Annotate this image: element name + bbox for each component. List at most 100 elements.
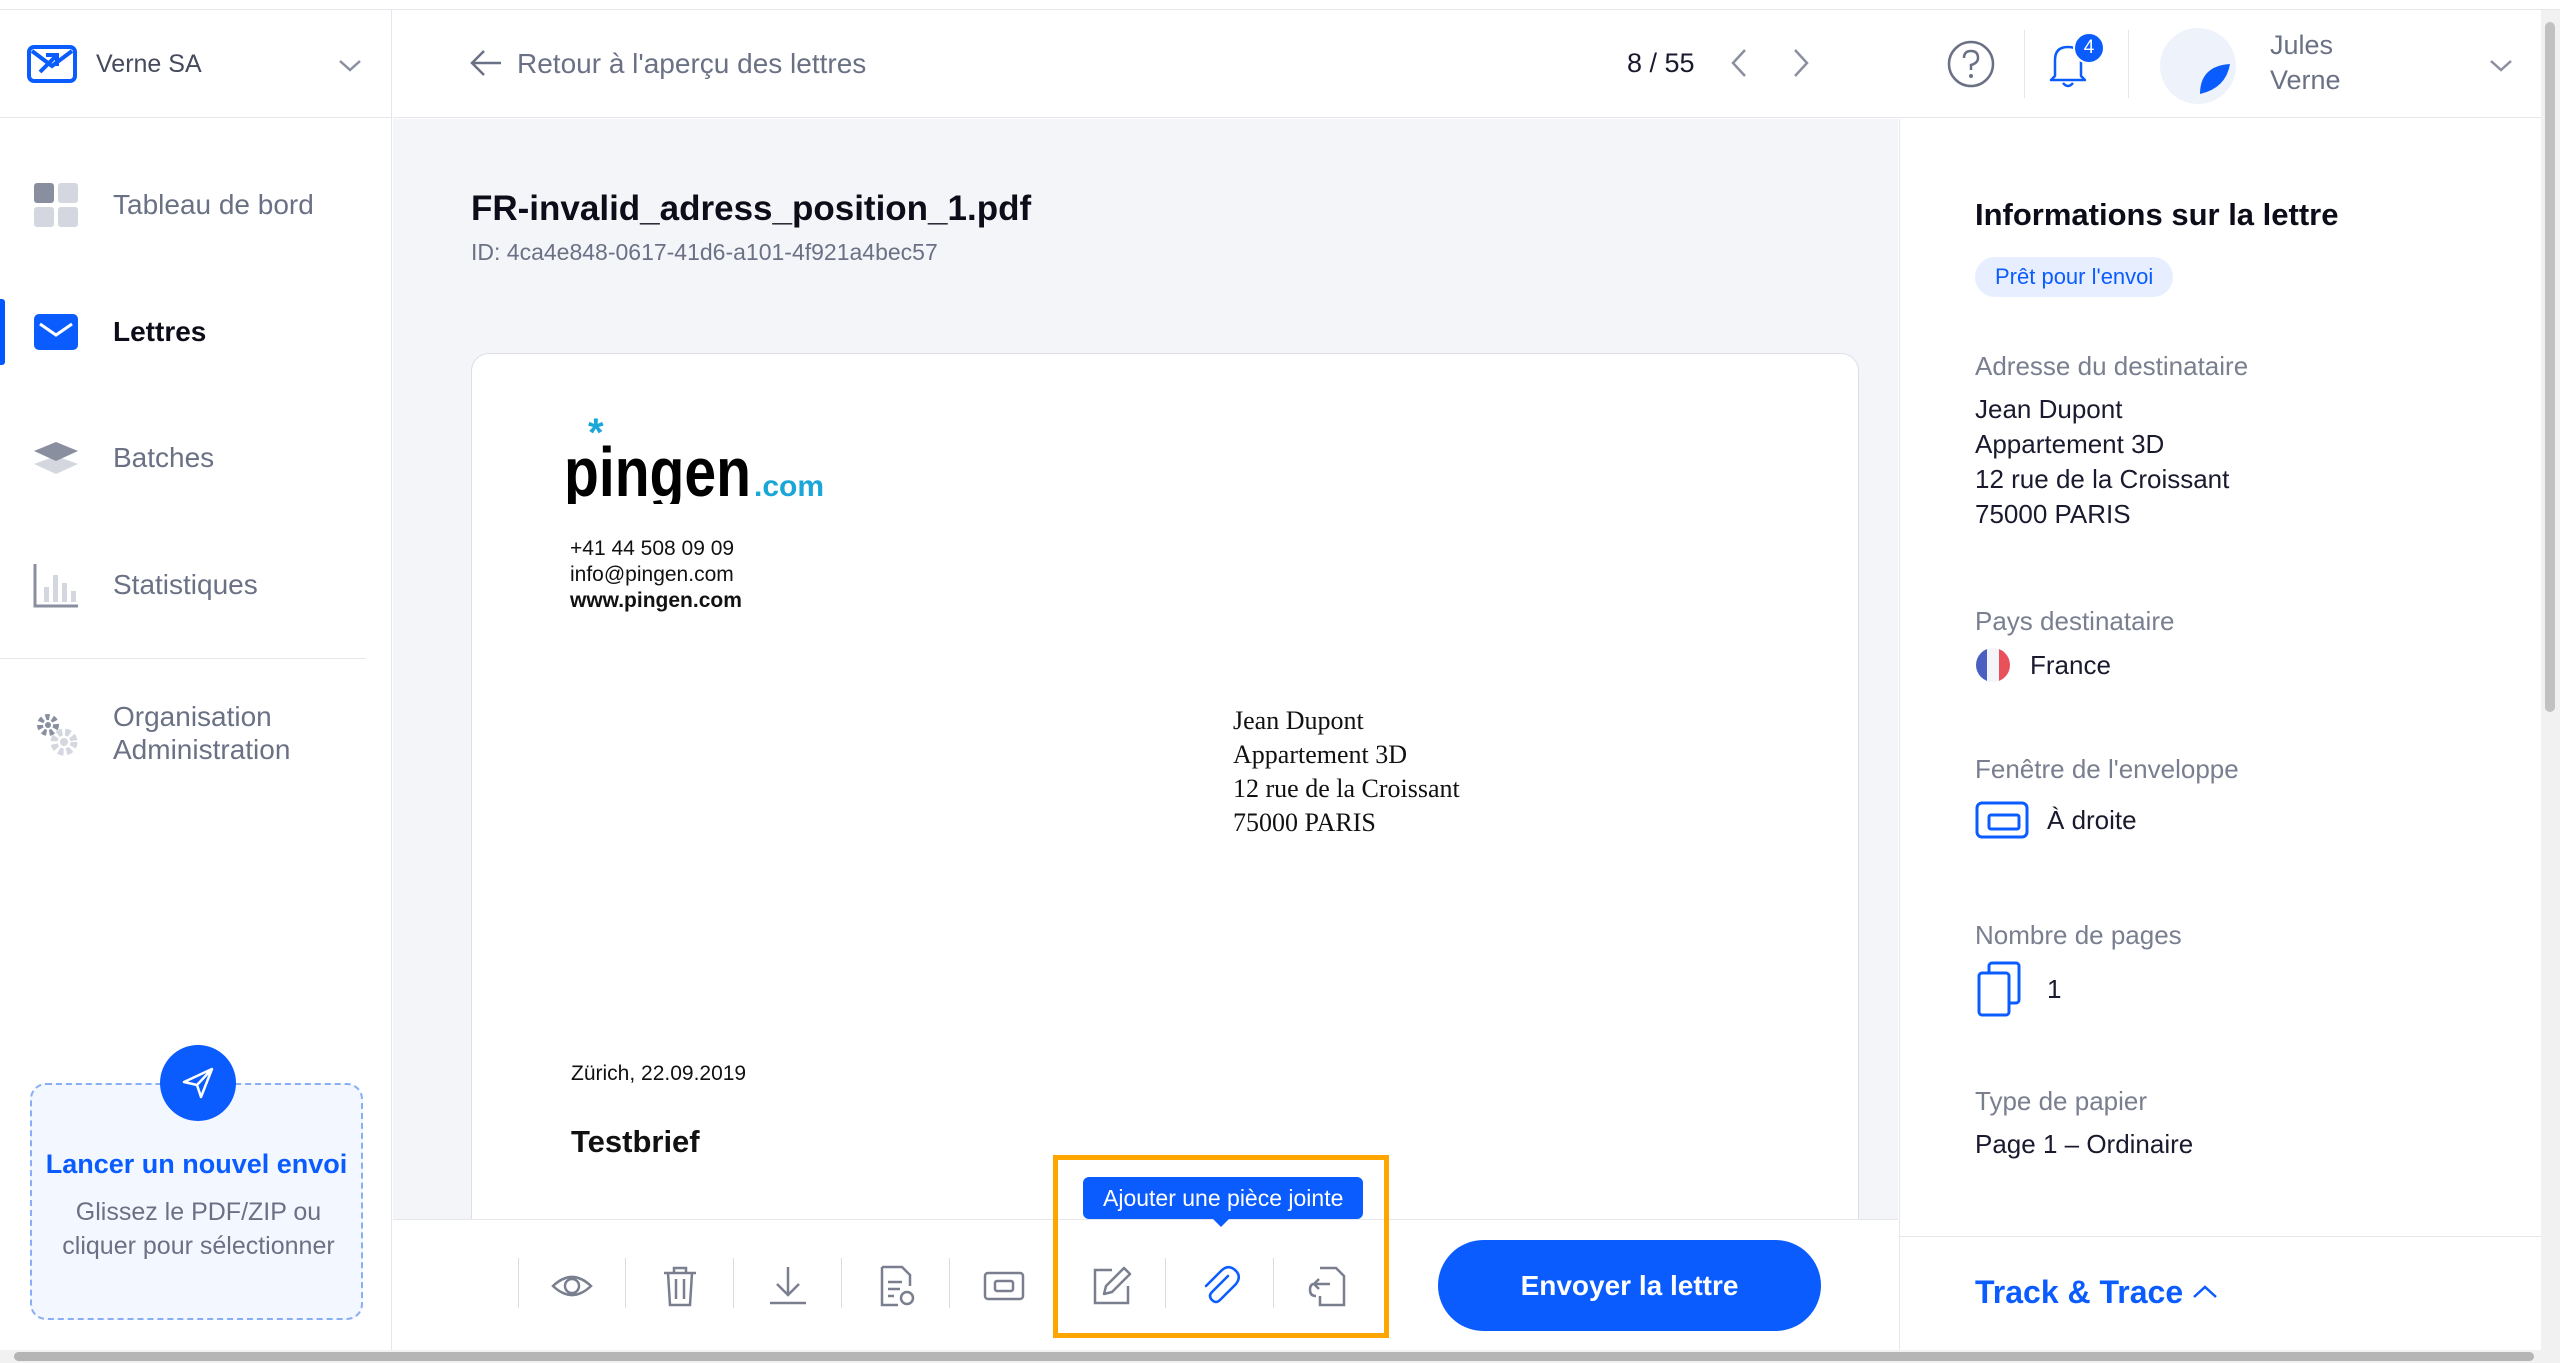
sender-website: www.pingen.com	[570, 589, 742, 612]
upload-dropzone[interactable]: Lancer un nouvel envoi Glissez le PDF/ZI…	[30, 1045, 363, 1320]
batches-icon	[34, 442, 78, 474]
chevron-left-icon[interactable]	[1727, 46, 1751, 80]
document-edit-button[interactable]	[866, 1256, 926, 1316]
send-icon	[182, 1067, 214, 1099]
window-label: Fenêtre de l'enveloppe	[1975, 754, 2239, 784]
address-line: 75000 PARIS	[1233, 808, 1376, 837]
country-label: Pays destinataire	[1975, 606, 2175, 636]
letter-icon	[34, 314, 78, 350]
horizontal-scrollbar[interactable]	[0, 1350, 2560, 1363]
paper-label: Type de papier	[1975, 1086, 2148, 1116]
logo-suffix: .com	[754, 470, 824, 503]
letter-info-panel: Informations sur la lettre Prêt pour l'e…	[1899, 119, 2542, 1350]
toolbar-separator	[625, 1258, 626, 1308]
chevron-right-icon[interactable]	[1789, 46, 1813, 80]
notification-badge: 4	[2073, 32, 2105, 64]
recipient-label: Adresse du destinataire	[1975, 351, 2249, 381]
user-name[interactable]: Jules Verne	[2270, 28, 2390, 98]
toolbar-separator	[949, 1258, 950, 1308]
letter-page: * pingen .com +41 44 508 09 09 info@ping…	[471, 353, 1859, 1253]
attachment-tooltip: Ajouter une pièce jointe	[1083, 1177, 1364, 1227]
sender-phone: +41 44 508 09 09	[570, 537, 735, 560]
pages-icon	[1977, 961, 2021, 1017]
sidebar-item-label: Statistiques	[113, 569, 258, 600]
sidebar-item-label: Lettres	[113, 316, 207, 347]
window-value: À droite	[2047, 805, 2137, 835]
country-value: France	[2030, 650, 2111, 680]
recipient-line: 75000 PARIS	[1975, 499, 2131, 529]
window-top-edge	[0, 0, 2560, 10]
back-to-letters-link[interactable]: Retour à l'aperçu des lettres	[517, 48, 866, 80]
help-icon[interactable]	[1945, 38, 1997, 90]
window-position-button[interactable]	[974, 1256, 1034, 1316]
sidebar-item-batches[interactable]: Batches	[0, 413, 392, 503]
sidebar-item-label-line1: Organisation	[113, 701, 272, 732]
new-send-button[interactable]	[160, 1045, 236, 1121]
document-edit-icon	[880, 1265, 915, 1307]
avatar-icon	[2200, 64, 2230, 94]
delete-button[interactable]	[650, 1256, 710, 1316]
logo-text: pingen	[564, 433, 751, 504]
header-separator	[2128, 30, 2129, 98]
sidebar-item-label-line2: Administration	[113, 734, 291, 765]
chevron-down-icon[interactable]	[336, 56, 364, 76]
nav-divider	[0, 658, 366, 659]
toolbar-separator	[841, 1258, 842, 1308]
document-id: ID: 4ca4e848-0617-41d6-a101-4f921a4bec57	[471, 239, 938, 265]
sidebar-item-organisation[interactable]: Organisation Administration	[0, 688, 392, 778]
track-trace-toggle[interactable]: Track & Trace	[1975, 1274, 2183, 1311]
pages-value: 1	[2047, 974, 2062, 1004]
pages-label: Nombre de pages	[1975, 920, 2182, 950]
sidebar: Verne SA Tableau de bord Lettres Batches	[0, 10, 392, 1350]
document-title: FR-invalid_adress_position_1.pdf	[471, 189, 1032, 228]
panel-title: Informations sur la lettre	[1975, 197, 2339, 232]
org-switcher[interactable]: Verne SA	[0, 10, 392, 118]
user-last-name: Verne	[2270, 65, 2341, 95]
statistics-icon	[33, 564, 78, 608]
download-button[interactable]	[758, 1256, 818, 1316]
address-line: Jean Dupont	[1233, 706, 1364, 735]
toolbar-separator	[518, 1258, 519, 1308]
send-letter-button[interactable]: Envoyer la lettre	[1438, 1240, 1821, 1331]
paper-value: Page 1 – Ordinaire	[1975, 1129, 2194, 1159]
sidebar-item-label: Organisation Administration	[113, 700, 290, 766]
horizontal-scroll-thumb[interactable]	[14, 1352, 2534, 1361]
user-first-name: Jules	[2270, 30, 2334, 60]
chevron-down-icon[interactable]	[2487, 56, 2515, 76]
header-separator	[2024, 30, 2025, 98]
address-line: 12 rue de la Croissant	[1233, 774, 1460, 803]
vertical-scrollbar[interactable]	[2541, 10, 2560, 1350]
sender-contact: +41 44 508 09 09 info@pingen.com www.pin…	[570, 536, 742, 614]
sidebar-item-dashboard[interactable]: Tableau de bord	[0, 160, 392, 250]
letter-subject: Testbrief	[571, 1124, 700, 1159]
panel-divider	[1900, 1236, 2542, 1237]
pingen-logo: * pingen .com	[564, 411, 834, 511]
dashboard-icon	[34, 183, 78, 227]
pingen-logo-icon: * pingen .com	[564, 411, 824, 511]
arrow-left-icon[interactable]	[469, 48, 503, 78]
org-logo-icon	[27, 45, 77, 83]
sidebar-item-letters[interactable]: Lettres	[0, 287, 392, 377]
recipient-line: Appartement 3D	[1975, 429, 2165, 459]
recipient-address: Jean Dupont Appartement 3D 12 rue de la …	[1975, 392, 2229, 532]
france-flag-icon	[1976, 648, 2010, 682]
preview-icon	[551, 1275, 593, 1297]
address-line: Appartement 3D	[1233, 740, 1408, 769]
pager-counter: 8 / 55	[1627, 48, 1695, 78]
sidebar-item-label: Batches	[113, 442, 215, 473]
letter-date: Zürich, 22.09.2019	[571, 1062, 747, 1085]
status-badge: Prêt pour l'envoi	[1975, 257, 2174, 297]
avatar[interactable]	[2160, 28, 2236, 104]
vertical-scroll-thumb[interactable]	[2545, 22, 2555, 712]
chevron-up-icon[interactable]	[2190, 1281, 2220, 1303]
sidebar-item-label: Tableau de bord	[113, 189, 314, 220]
upload-description: Glissez le PDF/ZIP ou cliquer pour sélec…	[62, 1198, 335, 1260]
sidebar-item-statistics[interactable]: Statistiques	[0, 540, 392, 630]
recipient-line: 12 rue de la Croissant	[1975, 464, 2230, 494]
download-icon	[770, 1267, 806, 1305]
upload-title: Lancer un nouvel envoi	[45, 1149, 348, 1179]
letter-actions-toolbar: Ajouter une pièce jointe Envoyer la lett…	[393, 1155, 1898, 1350]
preview-button[interactable]	[542, 1256, 602, 1316]
envelope-window-icon	[1975, 801, 2029, 839]
sender-email: info@pingen.com	[570, 563, 734, 586]
